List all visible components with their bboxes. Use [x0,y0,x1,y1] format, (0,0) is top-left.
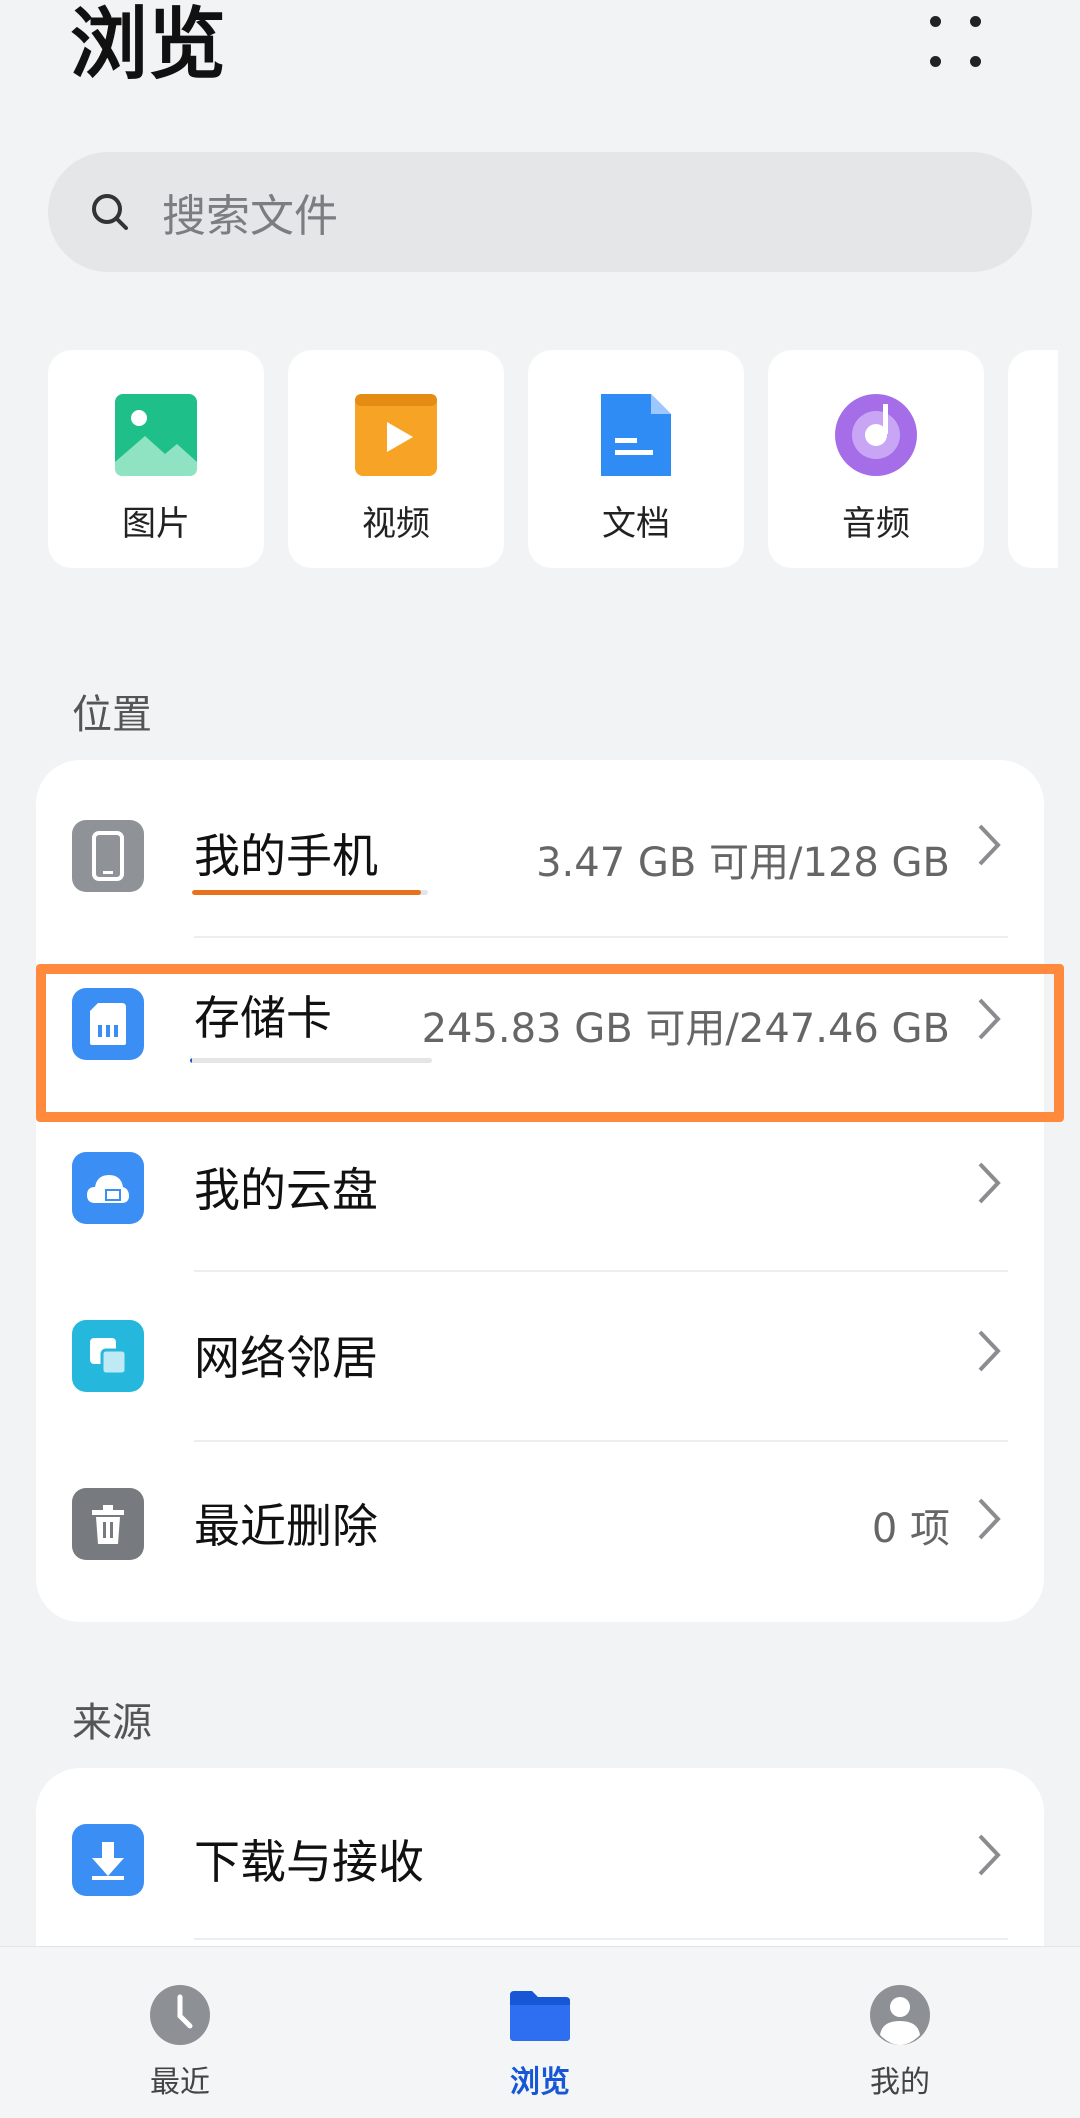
category-row: 图片 视频 文档 音频 [48,350,1058,568]
location-title: 最近删除 [194,1499,378,1553]
location-title: 我的云盘 [194,1163,378,1217]
section-label-sources: 来源 [72,1700,152,1746]
search-icon [92,194,128,230]
category-images[interactable]: 图片 [48,350,264,568]
trash-icon [72,1488,144,1560]
chevron-right-icon [978,1162,1001,1204]
category-label: 图片 [122,504,190,544]
tab-mine[interactable]: 我的 [800,1947,1000,2118]
storage-usage-bar [192,890,428,895]
highlight-box [36,964,1064,1122]
tab-label: 浏览 [510,2065,570,2100]
network-icon [72,1320,144,1392]
location-title: 我的手机 [194,829,378,883]
category-label: 视频 [362,504,430,544]
tab-browse[interactable]: 浏览 [440,1947,640,2118]
divider [194,1938,1008,1940]
source-title: 下载与接收 [194,1835,424,1889]
location-title: 网络邻居 [194,1331,378,1385]
category-documents[interactable]: 文档 [528,350,744,568]
image-icon [115,394,197,476]
chevron-right-icon [978,1498,1001,1540]
document-icon [601,394,671,476]
category-audio[interactable]: 音频 [768,350,984,568]
clock-icon [150,1985,210,2045]
chevron-right-icon [978,824,1001,866]
audio-icon [835,394,917,476]
phone-icon [72,820,144,892]
video-icon [355,394,437,476]
location-value: 3.47 GB 可用/128 GB [536,840,950,886]
category-label: 音频 [842,504,910,544]
category-more-partial[interactable] [1008,350,1058,568]
location-item-recently-deleted[interactable]: 最近删除 0 项 [36,1432,1044,1600]
chevron-right-icon [978,1330,1001,1372]
search-placeholder: 搜索文件 [162,191,338,242]
bottom-tab-bar: 最近 浏览 我的 [0,1946,1080,2118]
locations-card: 我的手机 3.47 GB 可用/128 GB 存储卡 245.83 GB 可用/… [36,760,1044,1622]
location-item-phone[interactable]: 我的手机 3.47 GB 可用/128 GB [36,760,1044,928]
more-options-icon[interactable] [920,10,990,70]
search-bar[interactable]: 搜索文件 [48,152,1032,272]
category-label: 文档 [602,504,670,544]
section-label-locations: 位置 [72,692,152,738]
download-icon [72,1824,144,1896]
location-item-network[interactable]: 网络邻居 [36,1264,1044,1432]
user-icon [870,1985,930,2045]
tab-label: 最近 [150,2065,210,2100]
folder-icon [510,1991,570,2041]
tab-label: 我的 [870,2065,930,2100]
page-title: 浏览 [70,0,227,90]
cloud-icon [72,1152,144,1224]
location-value: 0 项 [871,1506,950,1552]
source-item-downloads[interactable]: 下载与接收 [36,1768,1044,1936]
chevron-right-icon [978,1834,1001,1876]
tab-recent[interactable]: 最近 [80,1947,280,2118]
category-videos[interactable]: 视频 [288,350,504,568]
storage-usage-fill [192,890,421,895]
